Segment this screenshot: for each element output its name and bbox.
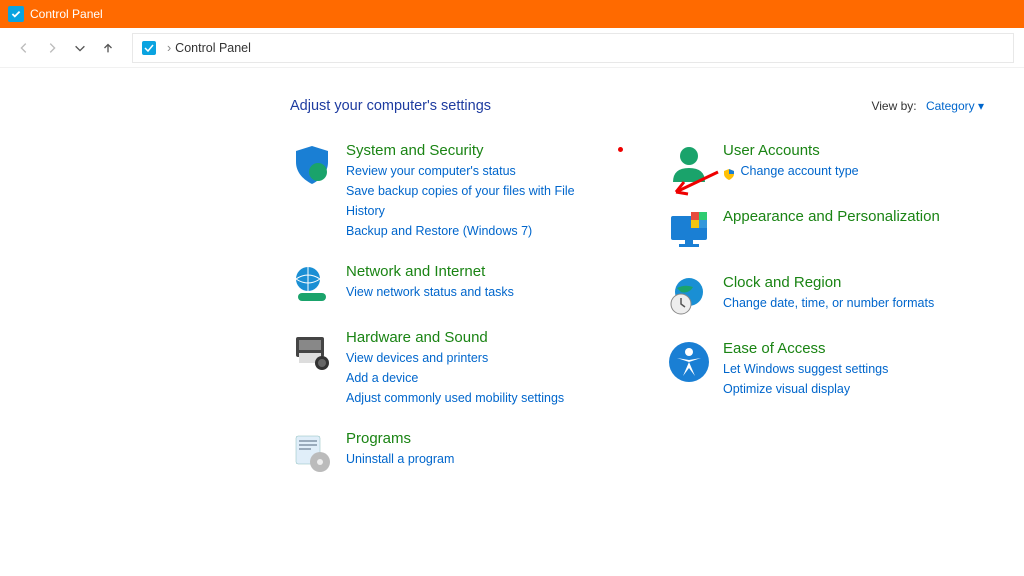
- forward-button[interactable]: [38, 34, 66, 62]
- titlebar: Control Panel: [0, 0, 1024, 28]
- category-clock-region: Clock and Region Change date, time, or n…: [667, 274, 984, 318]
- category-user-accounts: User Accounts Change account type: [667, 142, 984, 186]
- link-optimize-display[interactable]: Optimize visual display: [723, 379, 888, 399]
- category-system-security: System and Security Review your computer…: [290, 142, 607, 241]
- breadcrumb-location[interactable]: Control Panel: [175, 41, 251, 55]
- category-title-ease[interactable]: Ease of Access: [723, 340, 888, 357]
- category-title-network[interactable]: Network and Internet: [346, 263, 514, 280]
- window-title: Control Panel: [30, 7, 103, 21]
- view-by-value[interactable]: Category: [926, 99, 975, 113]
- category-title-hardware[interactable]: Hardware and Sound: [346, 329, 564, 346]
- accessibility-icon: [667, 340, 711, 384]
- uac-shield-icon: [723, 166, 735, 178]
- page-title: Adjust your computer's settings: [290, 98, 491, 114]
- monitor-personalization-icon: [667, 208, 711, 252]
- shield-icon: [290, 142, 334, 186]
- link-review-status[interactable]: Review your computer's status: [346, 161, 607, 181]
- right-column: User Accounts Change account type Appear…: [667, 142, 984, 496]
- navbar: › Control Panel: [0, 28, 1024, 68]
- category-title-appearance[interactable]: Appearance and Personalization: [723, 208, 940, 225]
- globe-network-icon: [290, 263, 334, 307]
- printer-camera-icon: [290, 329, 334, 373]
- link-suggest-settings[interactable]: Let Windows suggest settings: [723, 359, 888, 379]
- link-mobility-settings[interactable]: Adjust commonly used mobility settings: [346, 388, 564, 408]
- link-change-account-type[interactable]: Change account type: [723, 161, 859, 181]
- link-date-time-formats[interactable]: Change date, time, or number formats: [723, 293, 934, 313]
- view-by-label: View by:: [871, 99, 916, 113]
- link-add-device[interactable]: Add a device: [346, 368, 564, 388]
- link-backup-restore[interactable]: Backup and Restore (Windows 7): [346, 221, 607, 241]
- view-by-control[interactable]: View by: Category ▾: [871, 99, 984, 113]
- address-bar[interactable]: › Control Panel: [132, 33, 1014, 63]
- clock-globe-icon: [667, 274, 711, 318]
- up-button[interactable]: [94, 34, 122, 62]
- link-network-status[interactable]: View network status and tasks: [346, 282, 514, 302]
- category-hardware: Hardware and Sound View devices and prin…: [290, 329, 607, 408]
- link-uninstall-program[interactable]: Uninstall a program: [346, 449, 454, 469]
- link-devices-printers[interactable]: View devices and printers: [346, 348, 564, 368]
- category-title-clock[interactable]: Clock and Region: [723, 274, 934, 291]
- category-ease-of-access: Ease of Access Let Windows suggest setti…: [667, 340, 984, 399]
- category-network: Network and Internet View network status…: [290, 263, 607, 307]
- category-title-system[interactable]: System and Security: [346, 142, 607, 159]
- programs-disc-icon: [290, 430, 334, 474]
- breadcrumb-separator-icon: ›: [167, 41, 171, 55]
- back-button[interactable]: [10, 34, 38, 62]
- category-appearance: Appearance and Personalization: [667, 208, 984, 252]
- category-programs: Programs Uninstall a program: [290, 430, 607, 474]
- left-column: System and Security Review your computer…: [290, 142, 607, 496]
- user-icon: [667, 142, 711, 186]
- content-area: Adjust your computer's settings View by:…: [0, 68, 1024, 516]
- category-title-programs[interactable]: Programs: [346, 430, 454, 447]
- control-panel-title-icon: [8, 6, 24, 22]
- recent-locations-button[interactable]: [66, 34, 94, 62]
- link-file-history[interactable]: Save backup copies of your files with Fi…: [346, 181, 607, 221]
- control-panel-breadcrumb-icon: [141, 40, 157, 56]
- annotation-dot: [618, 147, 623, 152]
- category-title-user[interactable]: User Accounts: [723, 142, 859, 159]
